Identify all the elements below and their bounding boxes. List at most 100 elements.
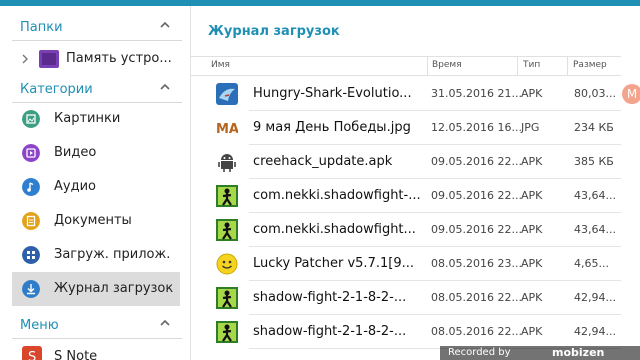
- file-name: Lucky Patcher v5.7.1[9...: [253, 256, 414, 271]
- file-size: 43,64...: [574, 223, 616, 236]
- divider: [12, 338, 182, 339]
- shadow-fight-icon: [216, 185, 238, 207]
- chevron-up-icon[interactable]: [158, 80, 172, 94]
- column-header-type[interactable]: Тип: [523, 60, 540, 70]
- table-row[interactable]: creehack_update.apk 09.05.2016 22... APK…: [211, 145, 621, 179]
- table-header: Имя Время Тип Размер: [191, 56, 621, 76]
- file-time: 09.05.2016 22...: [431, 223, 522, 236]
- file-size: 42,94...: [574, 291, 616, 304]
- watermark-logo: mobizen: [552, 346, 605, 359]
- table-row[interactable]: com.nekki.shadowfight... 09.05.2016 22..…: [211, 213, 621, 247]
- sidebar-item-video[interactable]: Видео: [12, 136, 180, 170]
- column-header-size[interactable]: Размер: [573, 60, 607, 70]
- file-size: 234 КБ: [574, 121, 614, 134]
- document-icon: [22, 212, 40, 230]
- column-header-time[interactable]: Время: [432, 60, 462, 70]
- column-separator: [567, 57, 568, 75]
- file-size: 4,65...: [574, 257, 609, 270]
- sidebar-item-s-note[interactable]: S S Note: [12, 340, 180, 360]
- sidebar-item-download-history[interactable]: Журнал загрузок: [12, 272, 180, 306]
- column-header-name[interactable]: Имя: [211, 60, 230, 70]
- file-name: Hungry-Shark-Evolutio...: [253, 86, 412, 101]
- file-time: 08.05.2016 22...: [431, 325, 522, 338]
- menu-section-header[interactable]: Меню: [0, 312, 190, 338]
- sidebar-item-label: Память устро...: [66, 51, 172, 66]
- sidebar-item-label: Загруж. прилож.: [54, 247, 171, 262]
- sidebar-item-images[interactable]: Картинки: [12, 102, 180, 136]
- sidebar-item-label: Журнал загрузок: [54, 281, 174, 296]
- shadow-fight-icon: [216, 287, 238, 309]
- file-time: 12.05.2016 16...: [431, 121, 522, 134]
- file-type: APK: [521, 291, 543, 304]
- table-row[interactable]: Lucky Patcher v5.7.1[9... 08.05.2016 23.…: [211, 247, 621, 281]
- file-time: 09.05.2016 22...: [431, 189, 522, 202]
- sidebar-item-downloaded-apps[interactable]: Загруж. прилож.: [12, 238, 180, 272]
- table-row[interactable]: MA 9 мая День Победы.jpg 12.05.2016 16..…: [211, 111, 621, 145]
- file-type: APK: [521, 155, 543, 168]
- file-size: 43,64...: [574, 189, 616, 202]
- file-time: 31.05.2016 21...: [431, 87, 522, 100]
- mobizen-floating-button[interactable]: M: [622, 84, 640, 104]
- image-thumbnail-icon: MA: [216, 117, 238, 139]
- file-type: JPG: [521, 121, 540, 134]
- file-type: APK: [521, 257, 543, 270]
- apps-icon: [22, 246, 40, 264]
- s-note-icon: S: [22, 346, 42, 360]
- file-name: shadow-fight-2-1-8-2-...: [253, 290, 407, 305]
- file-type: APK: [521, 223, 543, 236]
- file-name: creehack_update.apk: [253, 154, 393, 169]
- file-time: 08.05.2016 22...: [431, 291, 522, 304]
- sidebar-item-documents[interactable]: Документы: [12, 204, 180, 238]
- menu-title: Меню: [20, 318, 59, 333]
- column-separator: [517, 57, 518, 75]
- sidebar-item-label: Картинки: [54, 111, 121, 126]
- divider: [12, 40, 182, 41]
- folders-title: Папки: [20, 20, 63, 35]
- sidebar-item-label: Документы: [54, 213, 132, 228]
- file-name: com.nekki.shadowfight-...: [253, 188, 421, 203]
- watermark-text: Recorded by: [448, 347, 511, 358]
- shadow-fight-icon: [216, 219, 238, 241]
- table-row[interactable]: shadow-fight-2-1-8-2-... 08.05.2016 22..…: [211, 315, 621, 349]
- sidebar-item-label: Аудио: [54, 179, 96, 194]
- android-robot-icon: [218, 154, 236, 172]
- categories-title: Категории: [20, 82, 93, 97]
- file-name: shadow-fight-2-1-8-2-...: [253, 324, 407, 339]
- file-type: APK: [521, 189, 543, 202]
- shark-app-icon: [216, 83, 238, 105]
- sidebar-item-label: Видео: [54, 145, 97, 160]
- device-storage-icon: [39, 50, 59, 68]
- column-separator: [427, 57, 428, 75]
- file-name: com.nekki.shadowfight...: [253, 222, 416, 237]
- file-type: APK: [521, 325, 543, 338]
- chevron-right-icon[interactable]: [20, 54, 30, 64]
- file-size: 80,03...: [574, 87, 616, 100]
- file-size: 42,94...: [574, 325, 616, 338]
- smiley-icon: [216, 253, 238, 275]
- svg-text:S: S: [28, 350, 36, 360]
- image-icon: [22, 110, 40, 128]
- chevron-up-icon[interactable]: [158, 316, 172, 330]
- video-icon: [22, 144, 40, 162]
- main-content: Журнал загрузок Имя Время Тип Размер Hun…: [191, 6, 640, 360]
- file-size: 385 КБ: [574, 155, 614, 168]
- file-type: APK: [521, 87, 543, 100]
- sidebar-item-audio[interactable]: Аудио: [12, 170, 180, 204]
- table-row[interactable]: Hungry-Shark-Evolutio... 31.05.2016 21..…: [211, 77, 621, 111]
- file-time: 08.05.2016 23...: [431, 257, 522, 270]
- chevron-up-icon[interactable]: [158, 18, 172, 32]
- shadow-fight-icon: [216, 321, 238, 343]
- sidebar-item-label: S Note: [54, 349, 98, 360]
- file-name: 9 мая День Победы.jpg: [253, 120, 411, 135]
- recording-watermark: Recorded by mobizen: [440, 346, 640, 360]
- audio-icon: [22, 178, 40, 196]
- file-time: 09.05.2016 22...: [431, 155, 522, 168]
- table-row[interactable]: shadow-fight-2-1-8-2-... 08.05.2016 22..…: [211, 281, 621, 315]
- sidebar: Папки Память устро... Категории Картинки…: [0, 6, 191, 360]
- page-title: Журнал загрузок: [208, 24, 340, 39]
- folders-section-header[interactable]: Папки: [0, 14, 190, 40]
- download-icon: [22, 280, 40, 298]
- sidebar-item-device-storage[interactable]: Память устро...: [12, 42, 180, 76]
- categories-section-header[interactable]: Категории: [0, 76, 190, 102]
- table-row[interactable]: com.nekki.shadowfight-... 09.05.2016 22.…: [211, 179, 621, 213]
